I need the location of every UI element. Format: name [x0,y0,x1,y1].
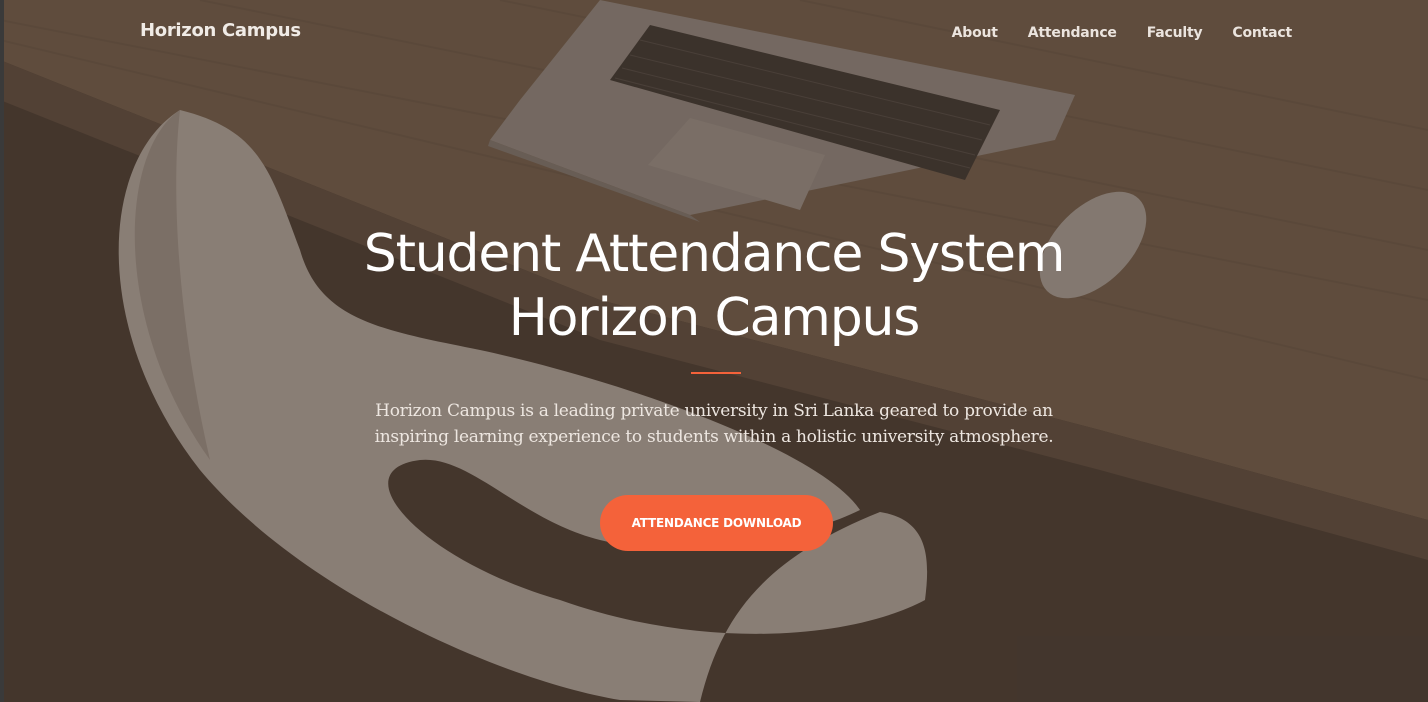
hero-headline-line-2: Horizon Campus [508,288,921,348]
attendance-download-button[interactable]: ATTENDANCE DOWNLOAD [600,495,833,551]
hero-description-line-1: Horizon Campus is a leading private univ… [375,401,1053,421]
hero-headline: Student Attendance System Horizon Campus [214,222,1214,350]
hero-description: Horizon Campus is a leading private univ… [314,398,1114,450]
hero-description-line-2: inspiring learning experience to student… [374,427,1054,447]
hero-section: Student Attendance System Horizon Campus… [0,0,1428,702]
hero-headline-line-1: Student Attendance System [363,224,1066,284]
hero-divider [691,372,741,374]
